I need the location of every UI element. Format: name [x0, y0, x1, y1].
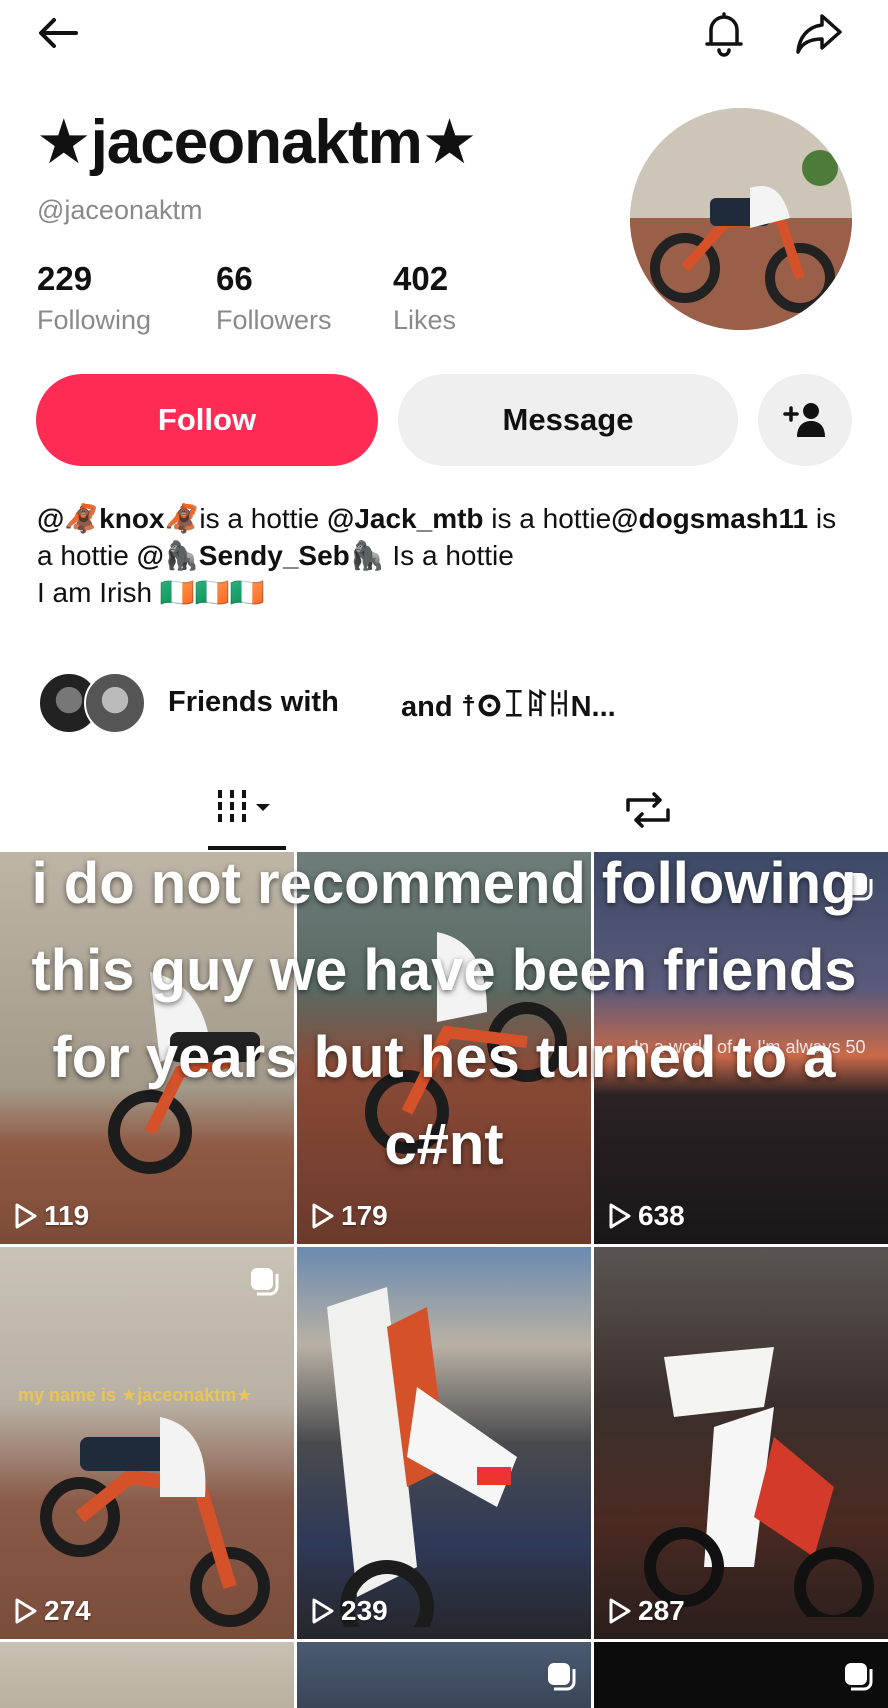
- bell-icon[interactable]: [699, 8, 749, 58]
- bio-mention-jack[interactable]: @Jack_mtb: [327, 503, 484, 534]
- following-stat[interactable]: 229 Following: [37, 262, 151, 334]
- back-arrow-icon[interactable]: [34, 8, 84, 58]
- view-count: 179: [311, 1200, 388, 1232]
- following-label: Following: [37, 305, 152, 335]
- grid-videos-icon[interactable]: [214, 784, 284, 834]
- friends-with-label: Friends with: [168, 686, 339, 718]
- multi-photo-icon: [845, 873, 873, 901]
- video-thumbnail[interactable]: [0, 1642, 294, 1708]
- play-icon: [609, 1598, 631, 1624]
- video-thumbnail[interactable]: [297, 1642, 591, 1708]
- video-thumbnail[interactable]: [594, 1642, 888, 1708]
- bio-text: Is a hottie: [384, 540, 514, 571]
- friend-avatar: [84, 672, 146, 734]
- likes-count: 402: [393, 260, 449, 297]
- followers-label: Followers: [216, 305, 332, 335]
- video-grid: 119 179 In a world of ... I'm always 50 …: [0, 852, 888, 1708]
- view-count-value: 119: [44, 1200, 90, 1231]
- view-count: 239: [311, 1595, 388, 1627]
- likes-stat: 402 Likes: [393, 262, 456, 334]
- multi-photo-icon: [845, 1663, 873, 1691]
- overlay-text: In a world of ... I'm always 50: [634, 1037, 866, 1057]
- person-plus-icon: [783, 403, 825, 437]
- following-count: 229: [37, 260, 93, 297]
- video-thumbnail[interactable]: In a world of ... I'm always 50 638: [594, 852, 888, 1244]
- view-count: 638: [608, 1200, 685, 1232]
- bio-mention-sendy[interactable]: @🦍Sendy_Seb🦍: [137, 540, 385, 571]
- view-count-value: 638: [638, 1200, 685, 1231]
- friends-names: and ☨𐌏ꀤꍏꀍN...: [401, 691, 616, 723]
- video-thumbnail[interactable]: my name is ★jaceonaktm★ 274: [0, 1247, 294, 1639]
- share-arrow-icon[interactable]: [794, 8, 844, 58]
- username: @jaceonaktm: [37, 195, 203, 225]
- active-tab-indicator: [208, 846, 286, 850]
- view-count-value: 287: [638, 1595, 685, 1626]
- multi-photo-icon: [251, 1268, 279, 1296]
- view-count: 119: [14, 1200, 89, 1232]
- bio-text: is a hottie: [199, 503, 328, 534]
- view-count: 287: [608, 1595, 685, 1627]
- bio-mention-knox[interactable]: @🦧knox🦧: [37, 503, 199, 534]
- multi-photo-icon: [548, 1663, 576, 1691]
- view-count: 274: [14, 1595, 91, 1627]
- add-friend-button[interactable]: [758, 374, 852, 466]
- play-icon: [312, 1598, 334, 1624]
- avatar-bike-image: [630, 108, 852, 330]
- play-icon: [15, 1203, 37, 1229]
- view-count-value: 179: [341, 1200, 388, 1231]
- message-button[interactable]: Message: [398, 374, 738, 466]
- play-icon: [15, 1598, 37, 1624]
- view-count-value: 239: [341, 1595, 388, 1626]
- display-name: ★jaceonaktm★: [36, 108, 477, 177]
- followers-stat[interactable]: 66 Followers: [216, 262, 332, 334]
- follow-button[interactable]: Follow: [36, 374, 378, 466]
- play-icon: [312, 1203, 334, 1229]
- play-icon: [609, 1203, 631, 1229]
- followers-count: 66: [216, 260, 253, 297]
- video-thumbnail[interactable]: 179: [297, 852, 591, 1244]
- bio-text: is a hottie: [483, 503, 612, 534]
- mutual-friends[interactable]: Friends with and ☨𐌏ꀤꍏꀍN...: [38, 672, 738, 734]
- profile-bio: @🦧knox🦧is a hottie @Jack_mtb is a hottie…: [37, 500, 837, 611]
- bio-line-irish: I am Irish 🇮🇪🇮🇪🇮🇪: [37, 577, 265, 608]
- view-count-value: 274: [44, 1595, 91, 1626]
- video-thumbnail[interactable]: 119: [0, 852, 294, 1244]
- profile-tabs: [0, 770, 888, 850]
- video-thumbnail[interactable]: 239: [297, 1247, 591, 1639]
- repost-icon[interactable]: [622, 788, 674, 832]
- profile-avatar[interactable]: [630, 108, 852, 330]
- video-thumbnail[interactable]: 287: [594, 1247, 888, 1639]
- likes-label: Likes: [393, 305, 457, 335]
- bio-mention-dogsmash[interactable]: @dogsmash11: [611, 503, 808, 534]
